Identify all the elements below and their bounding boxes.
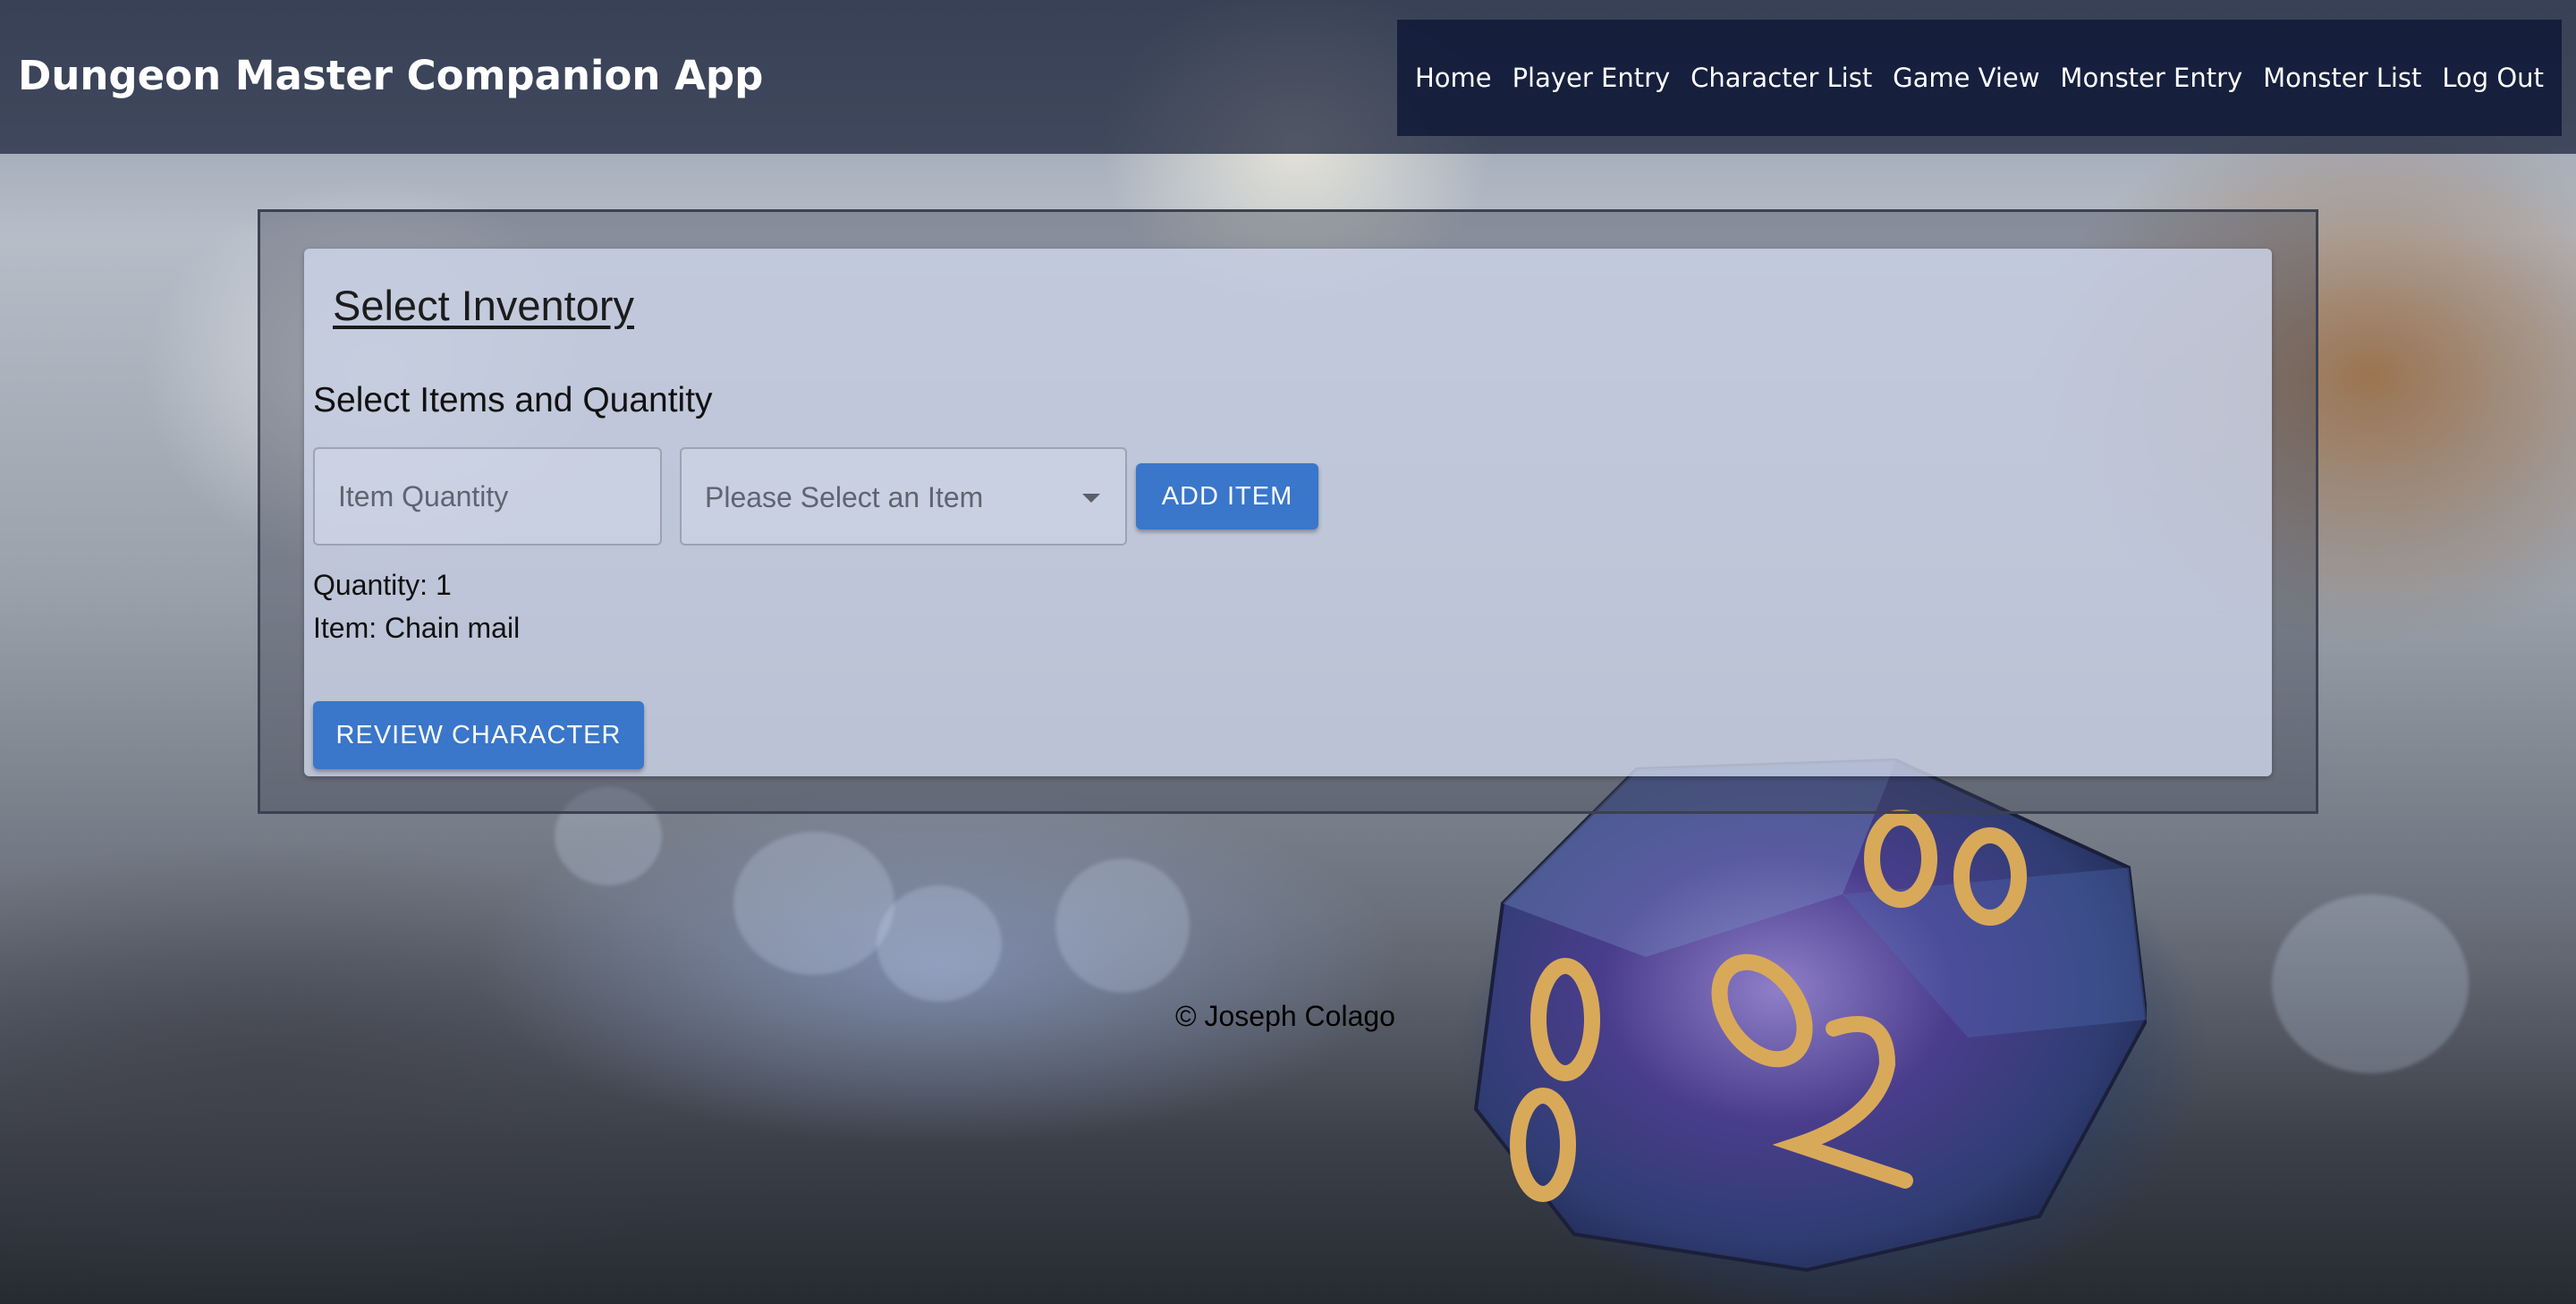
item-select[interactable]: Please Select an Item — [680, 447, 1127, 546]
item-quantity-input[interactable] — [315, 449, 660, 544]
review-character-button[interactable]: REVIEW CHARACTER — [313, 701, 644, 769]
item-select-placeholder: Please Select an Item — [705, 481, 984, 513]
nav-character-list[interactable]: Character List — [1690, 63, 1872, 93]
background-bokeh — [1055, 859, 1190, 993]
nav-log-out[interactable]: Log Out — [2442, 63, 2544, 93]
main-nav: Home Player Entry Character List Game Vi… — [1397, 20, 2562, 136]
chevron-down-icon — [1082, 494, 1100, 503]
footer-copyright: © Joseph Colago — [1175, 1000, 1395, 1032]
page-title: Select Inventory — [333, 282, 635, 329]
section-title: Select Items and Quantity — [313, 381, 713, 419]
background-bokeh — [2272, 894, 2469, 1073]
nav-home[interactable]: Home — [1415, 63, 1492, 93]
selected-item-text: Item: Chain mail — [313, 612, 521, 644]
nav-player-entry[interactable]: Player Entry — [1513, 63, 1671, 93]
selected-quantity-text: Quantity: 1 — [313, 569, 452, 601]
app-header: Dungeon Master Companion App Home Player… — [0, 0, 2576, 154]
nav-monster-entry[interactable]: Monster Entry — [2060, 63, 2242, 93]
app-title: Dungeon Master Companion App — [18, 52, 764, 99]
dice-image — [1473, 758, 2147, 1273]
item-quantity-field — [313, 447, 662, 546]
nav-game-view[interactable]: Game View — [1893, 63, 2039, 93]
background-bokeh — [877, 885, 1002, 1002]
nav-monster-list[interactable]: Monster List — [2263, 63, 2421, 93]
add-item-button[interactable]: ADD ITEM — [1136, 463, 1318, 529]
inventory-card: Select Inventory Select Items and Quanti… — [304, 249, 2272, 776]
background-bokeh — [733, 832, 894, 975]
